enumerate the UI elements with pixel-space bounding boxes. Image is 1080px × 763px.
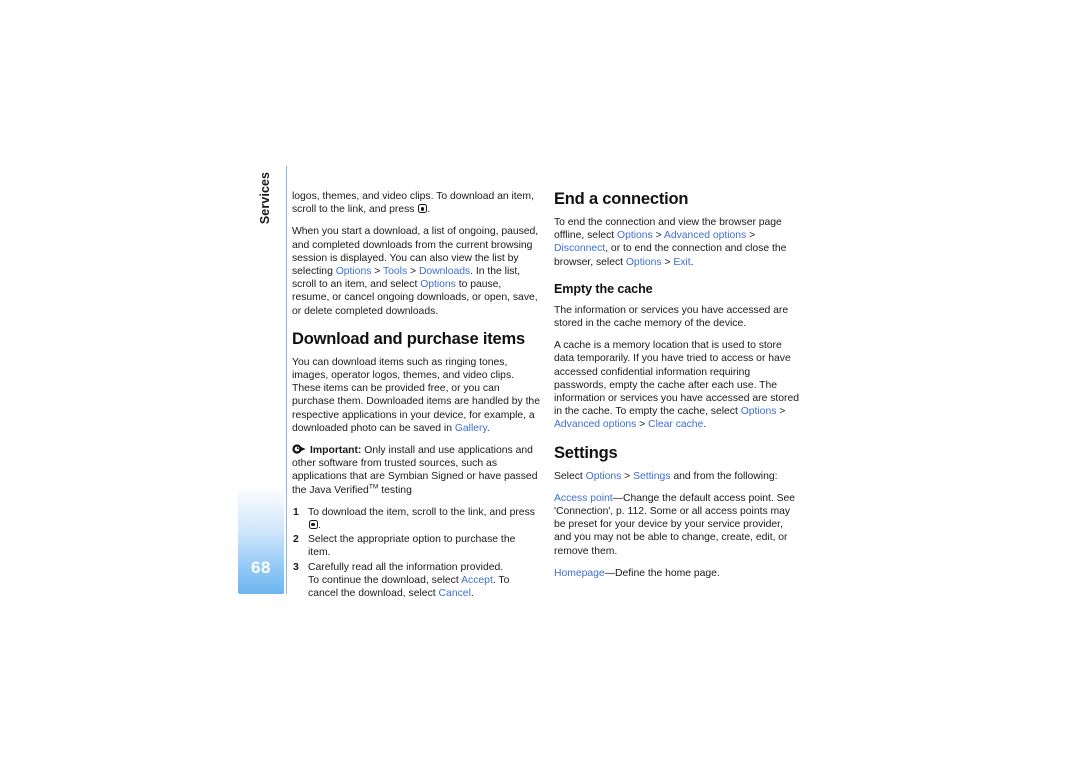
- separator: >: [776, 406, 786, 418]
- homepage-text: —Define the home page.: [604, 567, 720, 579]
- settings-intro-text-2: and from the following:: [670, 470, 778, 482]
- link-clear-cache[interactable]: Clear cache: [648, 419, 703, 430]
- page-number: 68: [251, 558, 271, 577]
- paragraph-continued-text-2: .: [427, 204, 431, 216]
- separator: >: [621, 470, 634, 482]
- link-options-2[interactable]: Options: [420, 279, 456, 290]
- right-column: End a connection To end the connection a…: [554, 190, 802, 589]
- paragraph-purchase-text-1: You can download items such as ringing t…: [292, 356, 540, 434]
- link-accept[interactable]: Accept: [461, 575, 493, 586]
- separator: >: [661, 256, 674, 268]
- link-options[interactable]: Options: [586, 471, 622, 482]
- link-options[interactable]: Options: [336, 266, 372, 277]
- step-text-1: Carefully read all the information provi…: [308, 561, 504, 573]
- end-connection-text-3: .: [690, 256, 694, 268]
- link-options[interactable]: Options: [617, 230, 653, 241]
- paragraph-cache-1: The information or services you have acc…: [554, 304, 789, 330]
- left-column: logos, themes, and video clips. To downl…: [292, 190, 540, 601]
- important-text-2: testing: [378, 484, 412, 496]
- paragraph-purchase-text-2: .: [486, 422, 490, 434]
- link-advanced-options[interactable]: Advanced options: [664, 230, 746, 241]
- separator: >: [652, 230, 664, 242]
- link-cancel[interactable]: Cancel: [439, 588, 471, 599]
- paragraph-access-point: Access point—Change the default access p…: [554, 492, 802, 558]
- list-item: 1 To download the item, scroll to the lin…: [292, 506, 540, 532]
- paragraph-end-connection: To end the connection and view the brows…: [554, 216, 802, 269]
- link-tools[interactable]: Tools: [383, 266, 407, 277]
- link-settings[interactable]: Settings: [633, 471, 670, 482]
- separator: >: [746, 230, 756, 242]
- link-disconnect[interactable]: Disconnect: [554, 243, 605, 254]
- step-text-2: .: [318, 520, 321, 532]
- link-options[interactable]: Options: [741, 406, 777, 417]
- heading-download-and-purchase-items: Download and purchase items: [292, 329, 525, 348]
- list-item: 3 Carefully read all the information prov…: [292, 561, 540, 601]
- trademark-mark: TM: [368, 483, 379, 491]
- paragraph-settings-intro: Select Options > Settings and from the f…: [554, 470, 802, 483]
- scroll-key-icon: [417, 204, 427, 214]
- step-number: 1: [293, 506, 299, 518]
- paragraph-downloads: When you start a download, a list of ong…: [292, 225, 540, 317]
- heading-settings: Settings: [554, 443, 618, 462]
- column-rule-divider: [286, 166, 287, 594]
- important-pointer-icon: [292, 444, 307, 454]
- chapter-label: Services: [258, 171, 272, 225]
- list-item: 2 Select the appropriate option to purcha…: [292, 533, 540, 559]
- page-number-tab: 68: [238, 430, 284, 594]
- link-gallery[interactable]: Gallery: [455, 423, 487, 434]
- link-options-2[interactable]: Options: [626, 257, 662, 268]
- separator: >: [407, 266, 419, 278]
- step-continuation: To continue the download, select Accept.…: [308, 574, 540, 600]
- paragraph-homepage: Homepage—Define the home page.: [554, 567, 802, 580]
- cache-text-2: .: [703, 419, 707, 431]
- step-text-1: To download the item, scroll to the link…: [308, 506, 535, 518]
- subheading-empty-the-cache: Empty the cache: [554, 281, 653, 296]
- link-homepage[interactable]: Homepage: [554, 568, 605, 579]
- link-access-point[interactable]: Access point: [554, 493, 613, 504]
- paragraph-continued-text-1: logos, themes, and video clips. To downl…: [292, 191, 534, 216]
- important-note: Important: Only install and use applicat…: [292, 444, 540, 497]
- paragraph-cache-2: A cache is a memory location that is use…: [554, 339, 802, 431]
- settings-intro-text-1: Select: [554, 470, 586, 482]
- paragraph-purchase: You can download items such as ringing t…: [292, 356, 540, 435]
- step-number: 2: [293, 534, 299, 546]
- link-advanced-options[interactable]: Advanced options: [554, 419, 636, 430]
- step-cont-text-1: To continue the download, select: [308, 574, 462, 586]
- heading-end-a-connection: End a connection: [554, 190, 689, 208]
- link-downloads[interactable]: Downloads: [419, 266, 470, 277]
- link-exit[interactable]: Exit: [673, 257, 690, 268]
- numbered-steps-list: 1 To download the item, scroll to the lin…: [292, 506, 540, 600]
- step-cont-text-3: .: [470, 588, 474, 600]
- paragraph-continued: logos, themes, and video clips. To downl…: [292, 190, 540, 216]
- step-number: 3: [293, 561, 299, 573]
- step-text-1: Select the appropriate option to purchas…: [308, 534, 516, 559]
- scroll-key-icon: [308, 520, 318, 530]
- separator: >: [371, 266, 383, 278]
- separator: >: [636, 419, 649, 431]
- manual-page: Services 68 logos, themes, and video cli…: [0, 0, 1080, 763]
- important-label: Important:: [310, 445, 362, 457]
